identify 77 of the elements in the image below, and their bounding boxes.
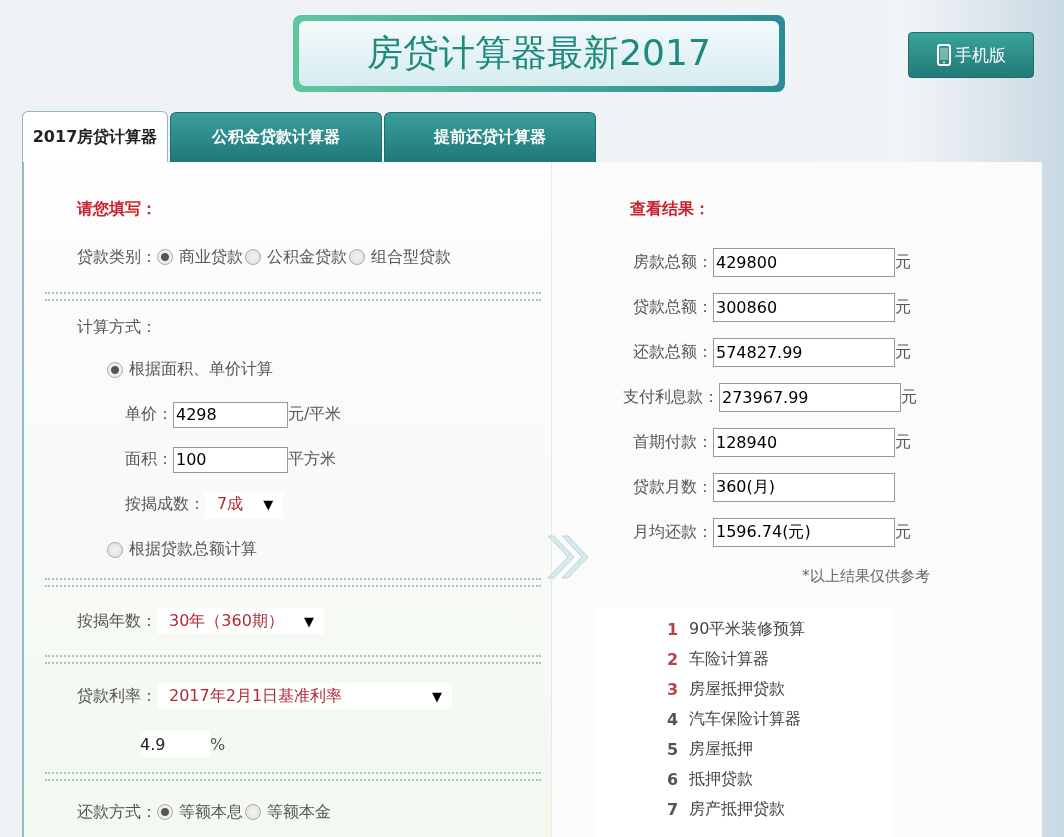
calculator-tab[interactable]: 提前还贷计算器 xyxy=(384,112,596,162)
ranking-link[interactable]: 5 房屋抵押 xyxy=(667,734,892,764)
mobile-version-button[interactable]: 手机版 xyxy=(908,32,1034,78)
result-field[interactable]: 574827.99 xyxy=(713,338,895,367)
rank-number: 3 xyxy=(667,679,677,699)
rank-number: 5 xyxy=(667,739,677,759)
result-label: 房款总额： xyxy=(632,252,713,273)
unit-label: 元 xyxy=(895,342,911,363)
radio-label: 商业贷款 xyxy=(179,246,243,268)
field-label: 面积： xyxy=(125,449,173,470)
years-dropdown[interactable]: 30年（360期） ▼ xyxy=(157,608,324,634)
radio-button[interactable] xyxy=(349,249,365,265)
radio-button[interactable] xyxy=(107,541,123,558)
unit-label: 元 xyxy=(895,252,911,273)
result-label: 月均还款： xyxy=(632,522,713,543)
field-label: 贷款类别： xyxy=(77,246,157,268)
rank-number: 4 xyxy=(667,709,677,729)
result-field[interactable]: 1596.74(元) xyxy=(713,518,895,547)
number-field[interactable]: 4298 xyxy=(173,401,288,428)
result-field[interactable]: 300860 xyxy=(713,293,895,322)
radio-label: 组合型贷款 xyxy=(371,246,451,268)
radio-option[interactable]: 等额本息 xyxy=(157,801,243,823)
ranking-link[interactable]: 2 车险计算器 xyxy=(667,644,892,674)
rank-number: 1 xyxy=(667,619,677,639)
unit-label: % xyxy=(210,734,226,754)
ranking-link[interactable]: 3 房屋抵押贷款 xyxy=(667,674,892,704)
radio-option[interactable]: 商业贷款 xyxy=(157,246,243,268)
rate-dropdown[interactable]: 2017年2月1日基准利率 ▼ xyxy=(157,683,453,709)
results-heading: 查看结果： xyxy=(630,199,710,220)
radio-button[interactable] xyxy=(245,804,261,820)
result-field[interactable]: 128940 xyxy=(713,428,895,457)
radio-label: 公积金贷款 xyxy=(267,246,347,268)
ranking-link[interactable]: 6 抵押贷款 xyxy=(667,764,892,794)
unit-label: 元 xyxy=(895,432,911,453)
ranking-link[interactable]: 1 90平米装修预算 xyxy=(667,614,892,644)
unit-label: 元 xyxy=(895,297,911,318)
field-label: 按揭成数： xyxy=(125,494,205,515)
phone-icon xyxy=(936,44,951,66)
radio-button[interactable] xyxy=(245,249,261,265)
form-heading: 请您填写： xyxy=(77,199,157,220)
radio-label: 等额本息 xyxy=(179,801,243,823)
ranking-link[interactable]: 4 汽车保险计算器 xyxy=(667,704,892,734)
unit-label: 元 xyxy=(901,387,917,408)
field-label: 贷款利率： xyxy=(77,685,157,707)
result-label: 首期付款： xyxy=(632,432,713,453)
result-field[interactable]: 360(月) xyxy=(713,473,895,502)
unit-label: 平方米 xyxy=(288,449,336,470)
field-label: 按揭年数： xyxy=(77,610,157,632)
ranking-link[interactable]: 7 房产抵押贷款 xyxy=(667,794,892,824)
number-field[interactable]: 100 xyxy=(173,446,288,473)
radio-button[interactable] xyxy=(157,249,173,265)
radio-button[interactable] xyxy=(157,804,173,820)
unit-label: 元 xyxy=(895,522,911,543)
field-label: 计算方式： xyxy=(77,316,157,338)
ratio-dropdown[interactable]: 7成 ▼ xyxy=(205,491,284,518)
rank-number: 2 xyxy=(667,649,677,669)
radio-option[interactable]: 组合型贷款 xyxy=(349,246,451,268)
calculator-tab[interactable]: 2017房贷计算器 xyxy=(22,111,168,162)
disclaimer-note: *以上结果仅供参考 xyxy=(801,567,931,586)
radio-label: 等额本金 xyxy=(267,801,331,823)
result-label: 贷款总额： xyxy=(632,297,713,318)
radio-button[interactable] xyxy=(107,361,123,378)
result-field[interactable]: 273967.99 xyxy=(719,383,901,412)
result-field[interactable]: 429800 xyxy=(713,248,895,277)
rank-number: 7 xyxy=(667,799,677,819)
unit-label: 元/平米 xyxy=(288,404,342,425)
calculator-tab[interactable]: 公积金贷款计算器 xyxy=(170,112,382,162)
rank-number: 6 xyxy=(667,769,677,789)
page-title: 房贷计算器最新2017 xyxy=(299,21,779,86)
result-label: 支付利息款： xyxy=(623,387,719,408)
result-label: 还款总额： xyxy=(632,342,713,363)
field-label: 单价： xyxy=(125,404,173,425)
result-label: 贷款月数： xyxy=(632,477,713,498)
radio-option[interactable]: 等额本金 xyxy=(245,801,331,823)
field-label: 还款方式： xyxy=(77,801,157,823)
radio-option[interactable]: 公积金贷款 xyxy=(245,246,347,268)
rate-field[interactable]: 4.9 xyxy=(140,731,210,757)
